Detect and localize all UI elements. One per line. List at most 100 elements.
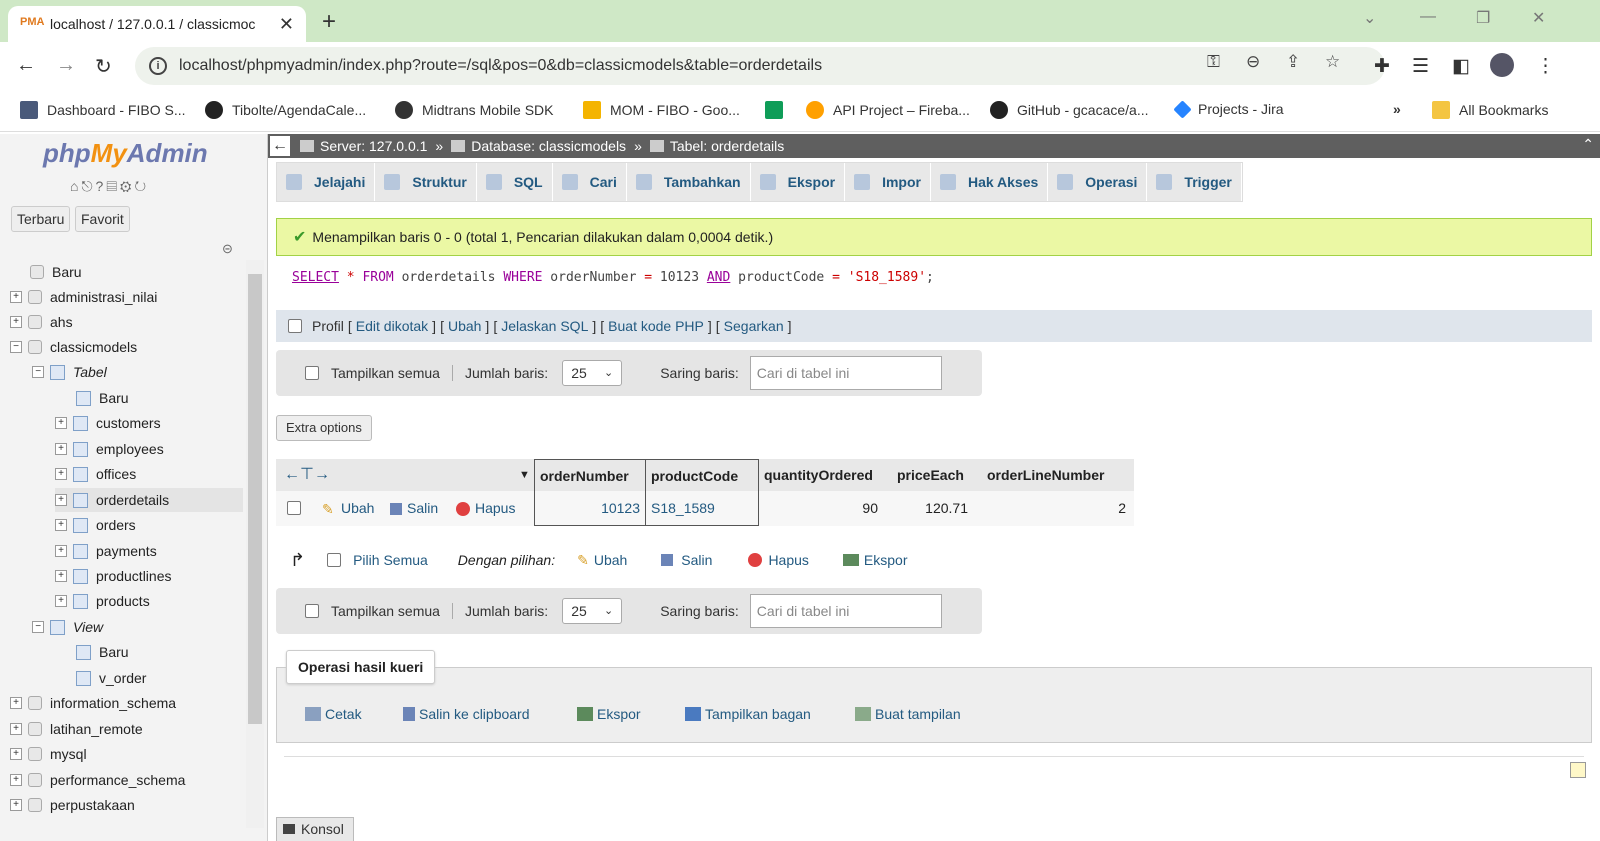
sql-keyword[interactable]: SELECT [292,270,339,285]
cell-priceEach[interactable]: 120.71 [888,491,968,526]
cell-orderLineNumber[interactable]: 2 [978,491,1126,526]
expand-icon[interactable]: + [10,723,22,735]
tree-table-orders[interactable]: + orders [55,513,136,537]
tree-db-classicmodels[interactable]: − classicmodels [10,335,137,359]
bookmark-item[interactable] [765,101,792,119]
close-tab-icon[interactable]: ✕ [279,14,294,35]
bookmark-item[interactable]: Midtrans Mobile SDK [395,101,554,119]
bulk-edit-button[interactable]: Ubah [594,552,627,568]
bookmark-item[interactable]: Tibolte/AgendaCale... [205,101,366,119]
tree-new-database[interactable]: Baru [30,260,82,284]
expand-icon[interactable]: + [55,570,67,582]
extensions-icon[interactable]: ✚ [1374,55,1390,78]
expand-icon[interactable]: + [55,494,67,506]
extra-options-button[interactable]: Extra options [276,415,372,441]
tab-privileges[interactable]: Hak Akses [931,163,1049,201]
cell-quantityOrdered[interactable]: 90 [759,491,878,526]
favorite-button[interactable]: Favorit [75,206,130,232]
password-key-icon[interactable]: ⚿ [1207,52,1220,72]
address-bar[interactable]: i localhost/phpmyadmin/index.php?route=/… [135,47,1385,85]
expand-icon[interactable]: + [10,697,22,709]
tree-db-latihan_remote[interactable]: + latihan_remote [10,717,143,741]
collapse-icon[interactable]: − [32,621,44,633]
expand-icon[interactable]: + [55,595,67,607]
print-button[interactable]: Cetak [305,706,362,722]
expand-icon[interactable]: + [10,316,22,328]
new-tab-icon[interactable]: + [322,8,336,36]
filter-rows-input[interactable]: Cari di tabel ini [749,356,942,390]
phpmyadmin-logo[interactable]: phpMyAdmin [43,138,208,169]
reload-nav-icon[interactable]: ↻ [134,178,149,194]
expand-icon[interactable]: + [10,291,22,303]
minimize-icon[interactable]: — [1420,8,1436,26]
sidebar-scrollbar-thumb[interactable] [248,274,262,724]
zoom-icon[interactable]: ⊖ [1246,52,1260,72]
tree-views-group[interactable]: − View [32,615,103,639]
tree-table-products[interactable]: + products [55,589,150,613]
tree-table-productlines[interactable]: + productlines [55,564,172,588]
rows-select[interactable]: 25 ⌄ [562,598,623,624]
expand-icon[interactable]: + [10,799,22,811]
column-header[interactable]: orderNumber [534,459,646,491]
site-info-icon[interactable]: i [149,57,167,75]
expand-icon[interactable]: + [55,545,67,557]
tree-table-customers[interactable]: + customers [55,411,161,435]
tab-browse[interactable]: Jelajahi [277,163,376,201]
column-arrows-icon[interactable]: ←⊤→ [279,459,330,491]
row-delete-button[interactable]: Hapus [456,491,515,526]
row-copy-button[interactable]: Salin [390,491,438,526]
tree-new-view[interactable]: Baru [76,640,129,664]
column-header[interactable]: productCode [646,459,759,491]
cell-orderNumber[interactable]: 10123 [534,491,646,526]
tree-tables-group[interactable]: − Tabel [32,360,107,384]
breadcrumb-server[interactable]: Server: 127.0.0.1 [300,138,427,154]
bookmark-item[interactable]: API Project – Fireba... [806,101,970,119]
tab-search[interactable]: Cari [553,163,627,201]
copy-clipboard-button[interactable]: Salin ke clipboard [403,706,530,722]
bulk-export-button[interactable]: Ekspor [864,552,908,568]
tab-insert[interactable]: Tambahkan [627,163,751,201]
tree-db-information_schema[interactable]: + information_schema [10,691,176,715]
all-bookmarks[interactable]: All Bookmarks [1432,101,1548,119]
select-all-checkbox[interactable] [327,553,342,567]
column-header[interactable]: orderLineNumber [982,459,1104,491]
export-button[interactable]: Ekspor [577,706,641,722]
tree-db-administrasi_nilai[interactable]: + administrasi_nilai [10,285,157,309]
reload-icon[interactable]: ↻ [95,54,112,79]
tab-import[interactable]: Impor [845,163,931,201]
show-all-checkbox[interactable] [305,366,319,380]
tree-table-offices[interactable]: + offices [55,462,136,486]
tab-search-icon[interactable]: ⌄ [1363,8,1376,28]
tree-new-table[interactable]: Baru [76,386,129,410]
bookmark-star-icon[interactable]: ☆ [1325,52,1340,72]
sort-dropdown-icon[interactable]: ▼ [514,459,530,491]
more-bookmarks[interactable]: » [1393,101,1401,117]
side-panel-icon[interactable]: ◧ [1452,55,1470,78]
tree-table-payments[interactable]: + payments [55,539,157,563]
tree-db-mysql[interactable]: + mysql [10,742,87,766]
help-icon[interactable]: ? [96,178,107,194]
rows-select[interactable]: 25 ⌄ [562,360,623,386]
restore-icon[interactable]: ❐ [1476,8,1490,28]
bookmark-item[interactable]: MOM - FIBO - Goo... [583,101,740,119]
tab-structure[interactable]: Struktur [375,163,477,201]
tree-view-v_order[interactable]: v_order [76,666,146,690]
cell-productCode[interactable]: S18_1589 [646,491,759,526]
column-header[interactable]: quantityOrdered [759,459,873,491]
close-window-icon[interactable]: ✕ [1532,8,1545,28]
edit-inline-link[interactable]: Edit dikotak [356,318,428,334]
breadcrumb-table[interactable]: Tabel: orderdetails [649,138,784,154]
bookmark-item[interactable]: Dashboard - FIBO S... [20,101,186,119]
link-chain-icon[interactable]: ⊝ [222,241,233,257]
expand-icon[interactable]: + [55,417,67,429]
select-all-label[interactable]: Pilih Semua [353,552,428,568]
home-icon[interactable]: ⌂ [70,178,81,194]
browser-tab[interactable]: PMA localhost / 127.0.0.1 / classicmoc ✕ [8,6,306,42]
tree-db-perpustakaan[interactable]: + perpustakaan [10,793,135,817]
filter-rows-input[interactable]: Cari di tabel ini [749,594,942,628]
sql-keyword[interactable]: AND [707,270,730,285]
bookmark-item[interactable]: Projects - Jira [1173,99,1284,119]
console-toggle[interactable]: Konsol [276,817,354,841]
expand-icon[interactable]: + [55,443,67,455]
share-icon[interactable]: ⇪ [1286,52,1300,72]
